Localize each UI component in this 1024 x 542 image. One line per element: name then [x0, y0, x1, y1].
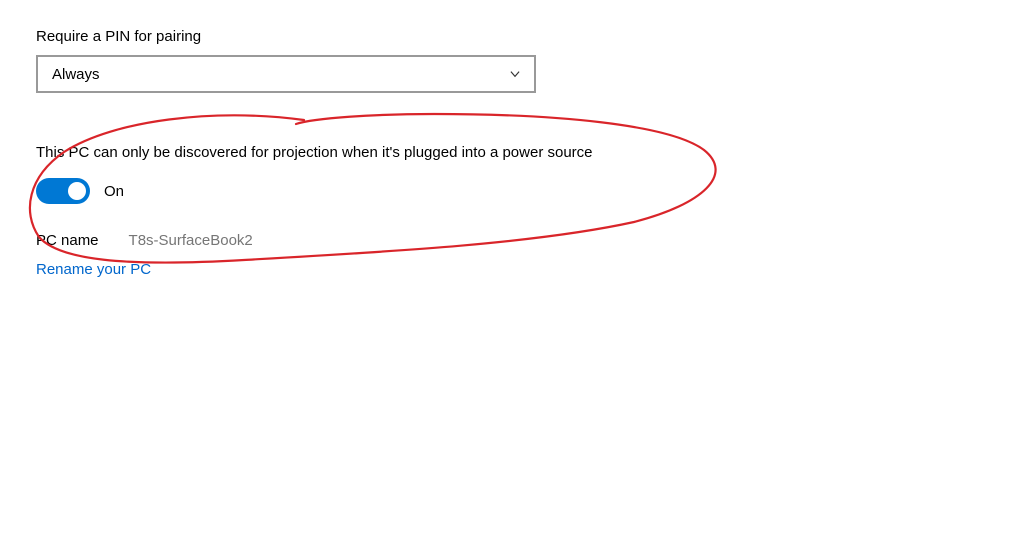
rename-pc-link[interactable]: Rename your PC [36, 261, 151, 278]
discovery-section: This PC can only be discovered for proje… [36, 141, 988, 204]
pc-name-value: T8s-SurfaceBook2 [129, 232, 253, 249]
pin-label: Require a PIN for pairing [36, 28, 988, 45]
pc-name-label: PC name [36, 232, 99, 249]
discovery-toggle-state: On [104, 183, 124, 200]
pin-dropdown-value: Always [52, 66, 100, 83]
chevron-down-icon [508, 67, 522, 81]
pin-dropdown[interactable]: Always [36, 55, 536, 93]
pc-name-row: PC name T8s-SurfaceBook2 [36, 232, 988, 249]
discovery-label: This PC can only be discovered for proje… [36, 141, 676, 164]
discovery-toggle-row: On [36, 178, 988, 204]
toggle-knob [68, 182, 86, 200]
pin-section: Require a PIN for pairing Always [36, 28, 988, 93]
discovery-toggle[interactable] [36, 178, 90, 204]
